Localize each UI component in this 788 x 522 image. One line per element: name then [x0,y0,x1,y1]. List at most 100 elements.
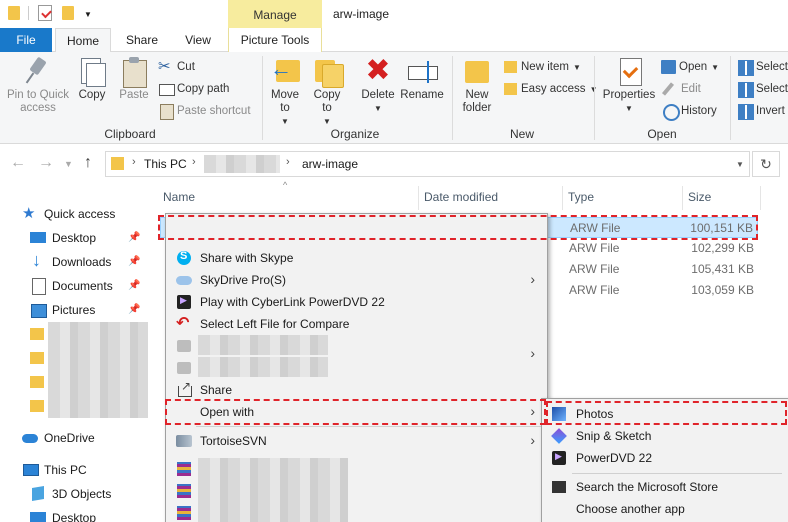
nav-downloads[interactable]: Downloads [30,250,111,273]
properties-button[interactable]: Properties ▼ [600,56,658,115]
up-arrow-icon[interactable]: ↑ [84,154,92,172]
submenu-item-choose-another-app[interactable]: Choose another app [542,498,788,520]
forward-arrow-icon[interactable]: → [38,154,54,172]
nav-pictures[interactable]: Pictures [30,299,95,321]
pin-label: Pin to Quick access [7,89,69,114]
powerdvd-icon [176,294,192,310]
pinned-icon: 📌 [128,280,141,291]
chevron-right-icon[interactable]: › [132,156,136,168]
menu-divider [572,473,782,474]
submenu-item-snip-sketch[interactable]: Snip & Sketch [542,425,788,447]
tab-picture-tools[interactable]: Picture Tools [228,28,322,52]
select-none-button[interactable]: Select [737,79,788,99]
redacted-menu-label [198,335,328,355]
select-all-button[interactable]: Select [737,57,788,77]
documents-icon [30,278,46,295]
column-header-date-modified[interactable]: Date modified [424,190,498,204]
edit-icon [662,81,678,97]
menu-item-tortoisesvn[interactable]: TortoiseSVN › [166,430,547,452]
column-header-size[interactable]: Size [688,190,711,204]
tab-home[interactable]: Home [55,28,111,53]
menu-item-redacted[interactable] [166,357,547,379]
easy-access-button[interactable]: Easy access ▼ [502,79,597,99]
copy-path-button[interactable]: Copy path [158,79,229,99]
submenu-item-powerdvd[interactable]: PowerDVD 22 [542,447,788,469]
chevron-right-icon[interactable]: › [192,156,196,168]
nav-this-pc[interactable]: This PC [22,459,87,481]
copy-to-button[interactable]: Copy to ▼ [308,56,346,128]
tab-manage[interactable]: Manage [228,0,322,29]
open-with-submenu: Photos Snip & Sketch PowerDVD 22 Search … [541,398,788,522]
menu-item-select-left-compare[interactable]: Select Left File for Compare [166,313,547,335]
recent-locations-chevron-icon[interactable]: ▼ [64,159,73,169]
menu-item-label: Share with Skype [200,251,294,265]
ribbon-divider [730,56,731,140]
breadcrumb-current-folder[interactable]: arw-image [302,157,358,171]
column-header-type[interactable]: Type [568,190,594,204]
paste-shortcut-button[interactable]: Paste shortcut [158,101,251,121]
column-divider[interactable] [760,186,761,210]
pin-to-quick-access-button[interactable]: Pin to Quick access [4,56,72,115]
cut-label: Cut [177,61,195,73]
column-header-name[interactable]: Name [163,190,195,204]
history-button[interactable]: History [662,101,717,121]
menu-item-skydrive-pro[interactable]: SkyDrive Pro(S) › [166,269,547,291]
new-item-button[interactable]: New item ▼ [502,57,581,77]
rename-button[interactable]: Rename [400,56,444,102]
back-arrow-icon[interactable]: ← [10,154,26,172]
delete-button[interactable]: ✖ Delete ▼ [356,56,400,115]
invert-selection-button[interactable]: Invert [737,101,785,121]
nav-label: Desktop [52,231,97,245]
column-divider[interactable] [562,186,563,210]
folder-icon[interactable] [8,6,20,20]
tab-view[interactable]: View [172,28,224,52]
move-to-button[interactable]: Move to ▼ [266,56,304,128]
nav-quick-access[interactable]: Quick access [22,203,115,225]
address-dropdown-icon[interactable]: ▼ [736,160,744,169]
submenu-item-photos[interactable]: Photos [542,403,788,425]
nav-desktop-pc[interactable]: Desktop [30,507,96,522]
breadcrumb-this-pc[interactable]: This PC [144,157,187,171]
menu-item-open-with[interactable]: Open with › [166,401,547,423]
nav-3d-objects[interactable]: 3D Objects [30,483,111,505]
move-to-icon [270,56,300,86]
photos-app-icon [551,406,567,422]
menu-item-share[interactable]: Share [166,379,547,401]
menu-item-redacted[interactable]: › [166,335,547,361]
menu-item-share-with-skype[interactable]: Share with Skype [166,247,547,269]
tab-file[interactable]: File [0,28,52,52]
paste-button[interactable]: Paste [116,56,152,102]
file-type: ARW File [569,262,620,276]
address-bar[interactable]: › This PC › › arw-image ▼ [105,151,750,177]
tab-share[interactable]: Share [116,28,168,52]
title-bar: ▼ Manage arw-image [0,0,788,29]
properties-check-icon[interactable] [38,5,52,21]
copy-button[interactable]: Copy [74,56,110,102]
tortoisesvn-icon [176,433,192,449]
column-divider[interactable] [682,186,683,210]
nav-onedrive[interactable]: OneDrive [22,427,95,449]
nav-desktop[interactable]: Desktop [30,227,96,249]
new-folder-icon[interactable] [62,6,74,20]
nav-label: This PC [44,463,87,477]
submenu-item-search-store[interactable]: Search the Microsoft Store [542,476,788,498]
divider [28,6,29,20]
column-divider[interactable] [418,186,419,210]
open-button[interactable]: Open ▼ [660,57,719,77]
submenu-item-label: PowerDVD 22 [576,451,653,465]
customize-toolbar-dropdown-icon[interactable]: ▼ [84,10,92,19]
edit-button[interactable]: Edit [662,79,701,99]
nav-documents[interactable]: Documents [30,275,113,297]
menu-item-play-powerdvd[interactable]: Play with CyberLink PowerDVD 22 [166,291,547,313]
move-to-label: Move to [270,89,300,114]
ribbon: Pin to Quick access Copy Paste Cut Copy … [0,52,788,144]
new-item-icon [502,59,518,75]
properties-icon [614,56,644,86]
desktop-icon [30,230,46,246]
chevron-right-icon[interactable]: › [286,156,290,168]
open-icon [660,59,676,75]
refresh-icon[interactable]: ↻ [752,151,780,177]
new-folder-button[interactable]: New folder [456,56,498,115]
cut-button[interactable]: Cut [158,57,195,77]
ribbon-tabs: File Home Share View Picture Tools [0,28,788,53]
